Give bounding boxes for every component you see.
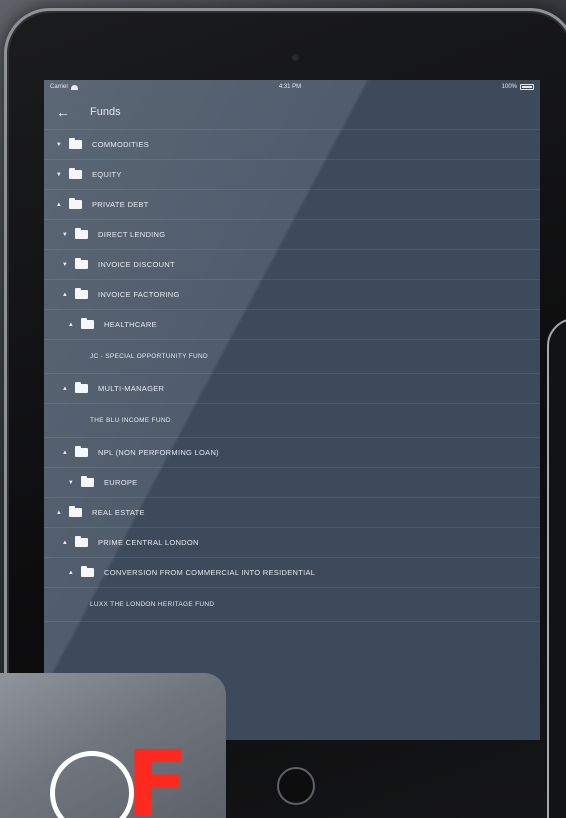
tree-item-label: COMMODITIES: [92, 140, 150, 149]
tree-item-label: INVOICE DISCOUNT: [98, 260, 175, 269]
folder-icon: [75, 288, 88, 299]
folder-icon: [75, 536, 88, 547]
wifi-icon: [71, 84, 79, 90]
tree-item-label: INVOICE FACTORING: [98, 290, 180, 299]
caret-up-icon[interactable]: ▲: [60, 540, 70, 546]
tablet-screen: Carrier 4:31 PM 100% ← Funds ▼ COMMODITIE…: [44, 80, 540, 740]
fund-item[interactable]: JC - SPECIAL OPPORTUNITY FUND: [44, 340, 540, 374]
tree-item-label: EQUITY: [92, 170, 122, 179]
folder-icon: [81, 318, 94, 329]
tree-folder-item[interactable]: ▼ COMMODITIES: [44, 130, 540, 160]
camera-icon: [291, 53, 300, 62]
tree-item-label: HEALTHCARE: [104, 320, 157, 329]
caret-down-icon[interactable]: ▼: [66, 480, 76, 486]
navigation-bar: ← Funds: [44, 94, 540, 130]
tree-item-label: LUXX THE LONDON HERITAGE FUND: [90, 601, 215, 608]
tree-folder-item[interactable]: ▼ EQUITY: [44, 160, 540, 190]
battery-icon: [520, 84, 534, 90]
tree-item-label: JC - SPECIAL OPPORTUNITY FUND: [90, 353, 209, 360]
folder-icon: [81, 476, 94, 487]
tree-item-label: CONVERSION FROM COMMERCIAL INTO RESIDENT…: [104, 568, 316, 577]
tree-item-label: PRIVATE DEBT: [92, 200, 149, 209]
carrier-label: Carrier: [50, 84, 69, 90]
back-arrow-icon[interactable]: ←: [56, 104, 78, 120]
battery-label: 100%: [501, 84, 517, 90]
caret-up-icon[interactable]: ▲: [66, 322, 76, 328]
tree-item-label: THE BLU INCOME FUND: [90, 417, 171, 424]
logo-ring-icon: [50, 751, 134, 818]
folder-icon: [75, 228, 88, 239]
folder-icon: [75, 446, 88, 457]
folder-icon: [75, 382, 88, 393]
caret-up-icon[interactable]: ▲: [66, 570, 76, 576]
tree-item-label: REAL ESTATE: [92, 508, 145, 517]
caret-down-icon[interactable]: ▼: [54, 142, 64, 148]
caret-up-icon[interactable]: ▲: [60, 292, 70, 298]
tree-folder-item[interactable]: ▲ MULTI-MANAGER: [44, 374, 540, 404]
tree-folder-item[interactable]: ▲ PRIVATE DEBT: [44, 190, 540, 220]
folder-icon: [69, 198, 82, 209]
tree-item-label: MULTI-MANAGER: [98, 384, 165, 393]
tree-folder-item[interactable]: ▲ REAL ESTATE: [44, 498, 540, 528]
caret-down-icon[interactable]: ▼: [60, 232, 70, 238]
fund-tree: ▼ COMMODITIES ▼ EQUITY ▲ PRIVATE DEBT ▼ DIRECT …: [44, 130, 540, 622]
tree-item-label: NPL (NON PERFORMING LOAN): [98, 448, 219, 457]
tree-folder-item[interactable]: ▼ DIRECT LENDING: [44, 220, 540, 250]
tree-folder-item[interactable]: ▼ INVOICE DISCOUNT: [44, 250, 540, 280]
tree-folder-item[interactable]: ▲ PRIME CENTRAL LONDON: [44, 528, 540, 558]
caret-up-icon[interactable]: ▲: [60, 386, 70, 392]
folder-icon: [75, 258, 88, 269]
caret-down-icon[interactable]: ▼: [54, 172, 64, 178]
fund-item[interactable]: LUXX THE LONDON HERITAGE FUND: [44, 588, 540, 622]
caret-up-icon[interactable]: ▲: [54, 510, 64, 516]
status-time: 4:31 PM: [278, 84, 302, 90]
tree-item-label: EUROPE: [104, 478, 138, 487]
tree-item-label: PRIME CENTRAL LONDON: [98, 538, 199, 547]
tree-folder-item[interactable]: ▲ INVOICE FACTORING: [44, 280, 540, 310]
home-button[interactable]: [277, 767, 315, 805]
folder-icon: [69, 168, 82, 179]
folder-icon: [81, 566, 94, 577]
caret-up-icon[interactable]: ▲: [54, 202, 64, 208]
tree-item-label: DIRECT LENDING: [98, 230, 166, 239]
status-bar: Carrier 4:31 PM 100%: [44, 80, 540, 94]
folder-icon: [69, 138, 82, 149]
fund-item[interactable]: THE BLU INCOME FUND: [44, 404, 540, 438]
app-logo: F: [0, 673, 226, 818]
second-device-edge: [547, 318, 566, 818]
caret-up-icon[interactable]: ▲: [60, 450, 70, 456]
caret-down-icon[interactable]: ▼: [60, 262, 70, 268]
tree-folder-item[interactable]: ▼ EUROPE: [44, 468, 540, 498]
tree-folder-item[interactable]: ▲ CONVERSION FROM COMMERCIAL INTO RESIDEN…: [44, 558, 540, 588]
logo-letter: F: [126, 731, 189, 818]
page-title: Funds: [90, 105, 121, 118]
tree-folder-item[interactable]: ▲ NPL (NON PERFORMING LOAN): [44, 438, 540, 468]
folder-icon: [69, 506, 82, 517]
tree-folder-item[interactable]: ▲ HEALTHCARE: [44, 310, 540, 340]
